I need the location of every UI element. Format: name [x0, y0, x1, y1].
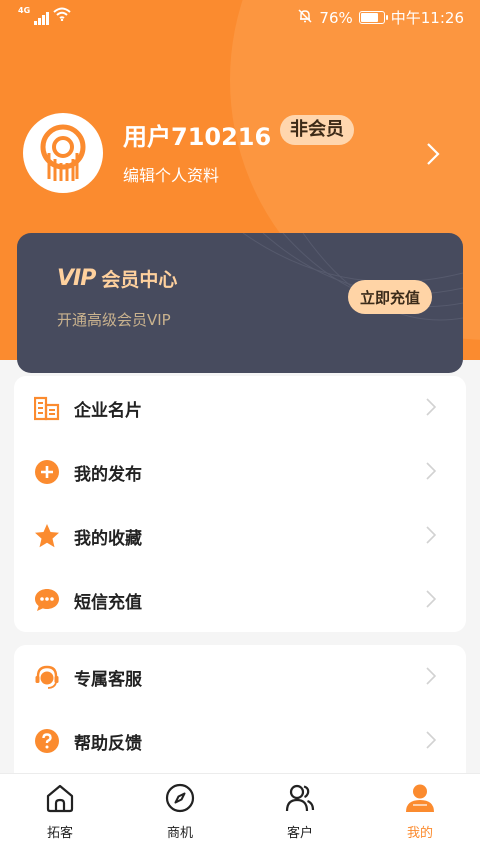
headset-icon — [34, 664, 60, 690]
clock: 中午11:26 — [390, 9, 464, 27]
vip-card[interactable]: VIP 会员中心 开通高级会员VIP 立即充值 — [17, 233, 463, 373]
vip-subtitle: 开通高级会员VIP — [57, 311, 171, 329]
menu-item-favorites[interactable]: 我的收藏 — [14, 504, 466, 568]
nav-item-prospecting[interactable]: 拓客 — [0, 774, 120, 853]
network-type: 4G — [18, 6, 31, 15]
menu-item-label: 专属客服 — [74, 670, 142, 690]
edit-profile-link[interactable]: 编辑个人资料 — [123, 162, 219, 186]
battery-percent: 76% — [319, 8, 353, 27]
chevron-right-icon — [426, 590, 437, 612]
recharge-button[interactable]: 立即充值 — [348, 280, 433, 314]
question-circle-icon — [34, 728, 60, 754]
chevron-right-icon[interactable] — [425, 141, 441, 171]
app-logo-icon — [40, 124, 86, 181]
plus-circle-icon — [34, 459, 60, 485]
menu-item-company-card[interactable]: 企业名片 — [14, 376, 466, 440]
menu-item-sms-recharge[interactable]: 短信充值 — [14, 568, 466, 632]
user-icon — [405, 783, 435, 813]
chevron-right-icon — [426, 526, 437, 548]
signal-icon — [34, 12, 49, 25]
home-icon — [45, 783, 75, 813]
avatar[interactable] — [23, 113, 103, 193]
menu-item-label: 企业名片 — [74, 401, 142, 421]
nav-item-customers[interactable]: 客户 — [240, 774, 360, 853]
wifi-icon — [52, 7, 71, 25]
mute-bell-icon — [297, 8, 313, 28]
menu-item-label: 帮助反馈 — [74, 734, 142, 754]
nav-label: 商机 — [166, 826, 193, 841]
menu-item-label: 短信充值 — [74, 593, 142, 613]
menu-card-secondary: 专属客服 帮助反馈 — [14, 645, 466, 785]
nav-label: 拓客 — [46, 826, 73, 841]
nav-item-opportunities[interactable]: 商机 — [120, 774, 240, 853]
menu-item-label: 我的发布 — [74, 465, 142, 485]
building-icon — [33, 395, 60, 421]
star-icon — [34, 523, 60, 549]
menu-item-my-posts[interactable]: 我的发布 — [14, 440, 466, 504]
vip-logo: VIP — [57, 266, 96, 291]
menu-item-label: 我的收藏 — [74, 529, 142, 549]
member-status-badge: 非会员 — [280, 115, 354, 145]
username: 用户710216 — [123, 123, 272, 151]
menu-item-help-feedback[interactable]: 帮助反馈 — [14, 709, 466, 773]
vip-center-title: 会员中心 — [101, 269, 178, 291]
menu-item-customer-service[interactable]: 专属客服 — [14, 645, 466, 709]
chevron-right-icon — [426, 462, 437, 484]
chat-bubble-icon — [34, 587, 60, 613]
nav-label: 客户 — [286, 826, 313, 841]
battery-icon — [358, 11, 388, 24]
chevron-right-icon — [426, 731, 437, 753]
chevron-right-icon — [426, 667, 437, 689]
users-icon — [285, 783, 315, 813]
chevron-right-icon — [426, 398, 437, 420]
status-bar: 4G 76% 中午11:26 — [0, 0, 480, 34]
bottom-nav: 拓客 商机 客户 我的 — [0, 773, 480, 853]
nav-label: 我的 — [406, 826, 433, 841]
compass-icon — [165, 783, 195, 813]
nav-item-mine[interactable]: 我的 — [360, 774, 480, 853]
menu-card-primary: 企业名片 我的发布 我的收藏 短信充值 — [14, 376, 466, 632]
